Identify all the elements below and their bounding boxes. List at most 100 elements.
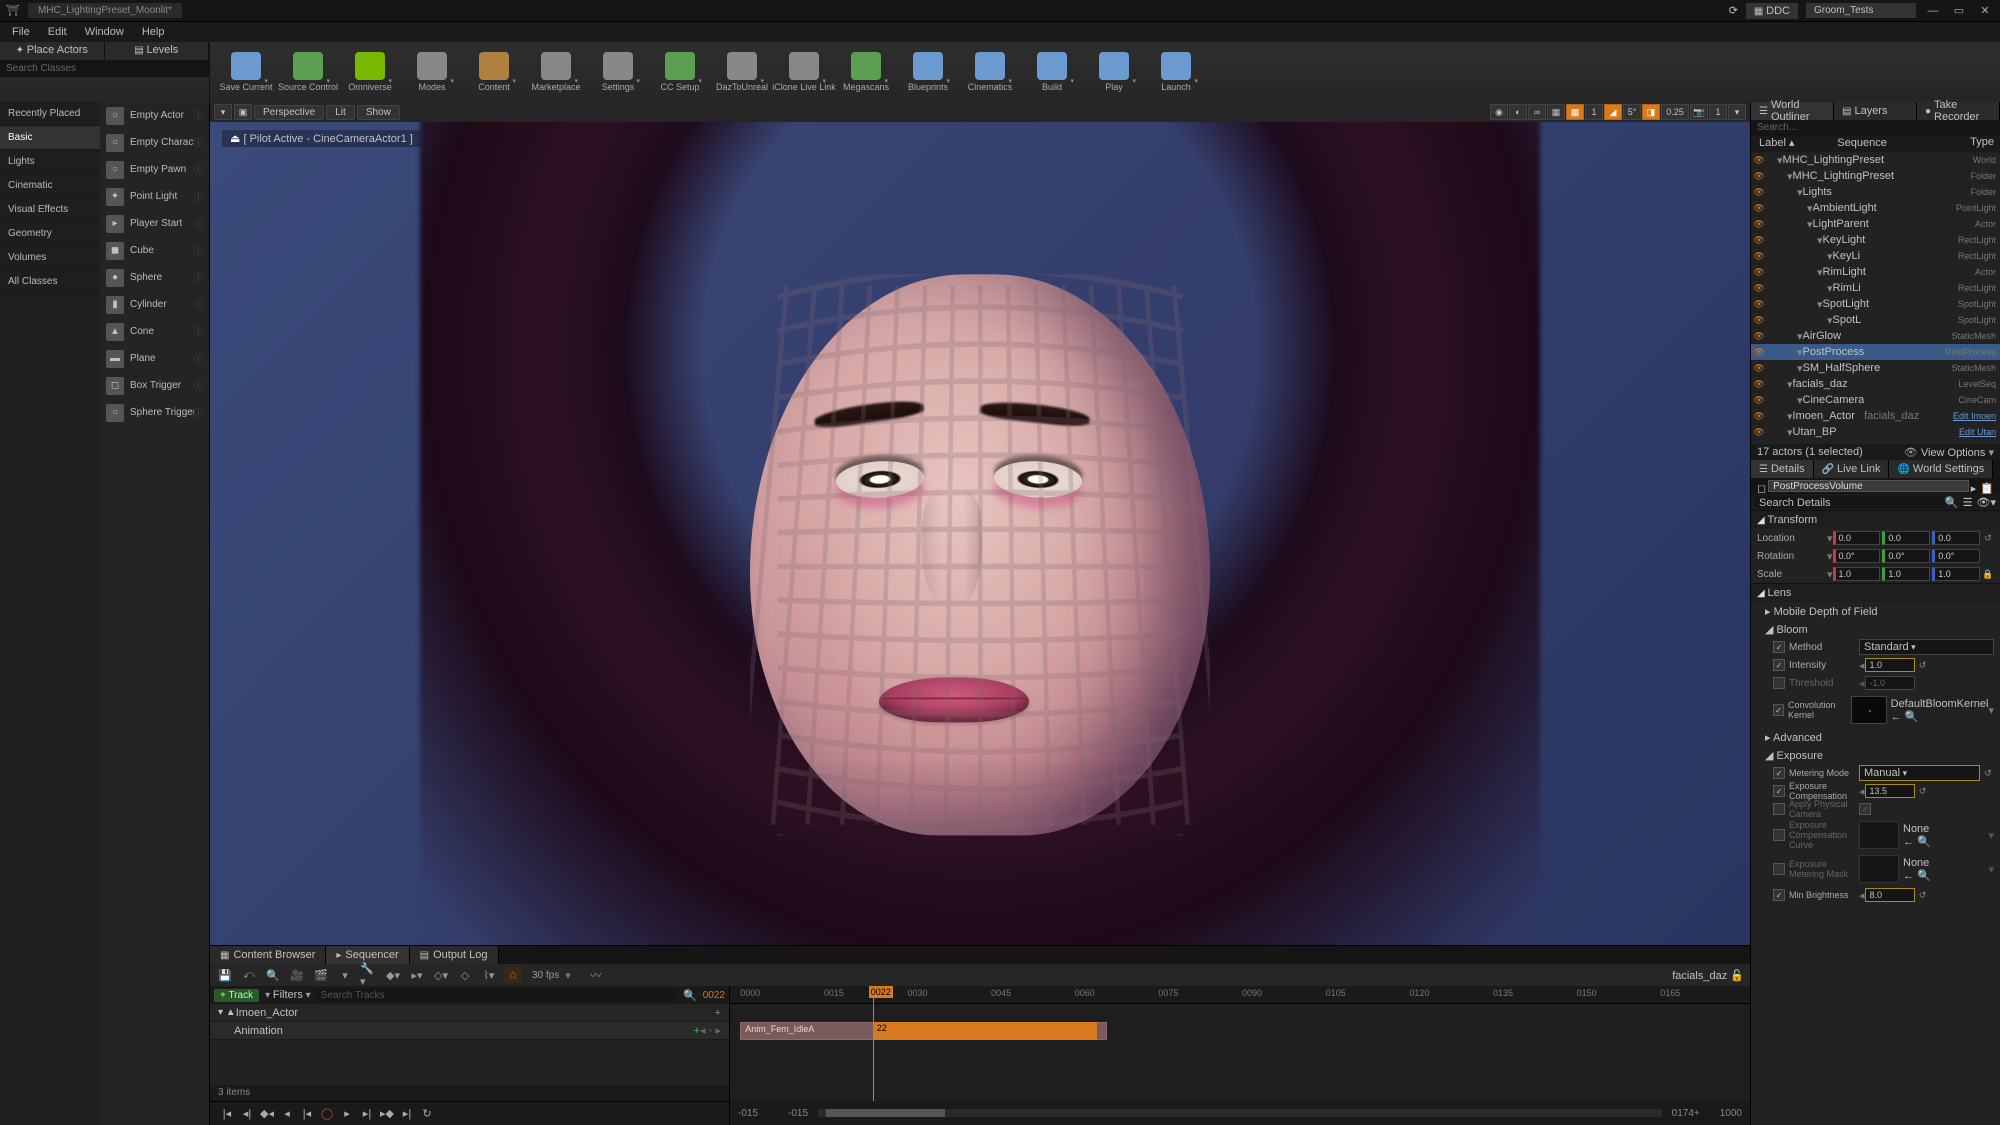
tool-play[interactable]: Play▾: [1086, 45, 1142, 99]
vp-show[interactable]: Show: [357, 105, 400, 120]
cat-geometry[interactable]: Geometry: [0, 222, 100, 246]
section-mobile-dof[interactable]: ▸ Mobile Depth of Field: [1765, 605, 1878, 618]
place-item[interactable]: ●Sphereⓘ: [100, 264, 209, 291]
place-item[interactable]: ◼Cubeⓘ: [100, 237, 209, 264]
seq-camera-icon[interactable]: 🎥: [288, 967, 306, 983]
close-button[interactable]: ✕: [1976, 4, 1994, 17]
outliner-row[interactable]: 👁▾ RimLiRectLight: [1751, 280, 2000, 296]
tab-live-link[interactable]: 🔗 Live Link: [1814, 460, 1890, 478]
vp-snap-translate[interactable]: ▦: [1566, 104, 1584, 120]
cb-apply[interactable]: [1773, 803, 1785, 815]
reset-icon[interactable]: ↺: [1917, 890, 1929, 901]
tool-daztounreal[interactable]: DazToUnreal▾: [714, 45, 770, 99]
section-advanced[interactable]: ▸ Advanced: [1765, 731, 1822, 744]
vp-maximize-icon[interactable]: ▾: [1728, 104, 1746, 120]
add-track-button[interactable]: + Track: [214, 989, 259, 1002]
place-item[interactable]: ✦Point Lightⓘ: [100, 183, 209, 210]
cat-volumes[interactable]: Volumes: [0, 246, 100, 270]
bloom-kernel-thumb[interactable]: [1851, 696, 1887, 724]
vp-menu-icon[interactable]: ▾: [214, 104, 232, 120]
outliner-row[interactable]: 👁▾ AirGlowStaticMesh: [1751, 328, 2000, 344]
outliner-row[interactable]: 👁▾ LightParentActor: [1751, 216, 2000, 232]
loc-x[interactable]: 0.0: [1833, 531, 1881, 545]
vp-snap-step[interactable]: 0.25: [1661, 104, 1689, 120]
seq-dropdown-icon[interactable]: ▾: [336, 967, 354, 983]
view-options-button[interactable]: 👁 View Options ▾: [1904, 446, 1994, 458]
tool-omniverse[interactable]: Omniverse▾: [342, 45, 398, 99]
use-icon[interactable]: ←: [1891, 711, 1902, 723]
seq-render-icon[interactable]: 🎬: [312, 967, 330, 983]
step-back-button[interactable]: ◂|: [238, 1105, 256, 1123]
vp-camera-icon[interactable]: ▣: [234, 104, 252, 120]
anim-clip-end[interactable]: 22: [873, 1022, 1097, 1040]
outliner-row[interactable]: 👁▾ SpotLightSpotLight: [1751, 296, 2000, 312]
outliner-row[interactable]: 👁▾ facials_dazLevelSeq: [1751, 376, 2000, 392]
vp-perspective[interactable]: Perspective: [254, 105, 324, 120]
vp-lit[interactable]: Lit: [326, 105, 355, 120]
seq-fps[interactable]: 30 fps: [532, 970, 559, 981]
cat-recently-placed[interactable]: Recently Placed: [0, 102, 100, 126]
vp-game-icon[interactable]: ◉: [1490, 104, 1508, 120]
goto-start-button[interactable]: |◂: [218, 1105, 236, 1123]
seq-snap2-icon[interactable]: ◇: [456, 967, 474, 983]
seq-save-icon[interactable]: 💾: [216, 967, 234, 983]
tab-levels[interactable]: ▤ Levels: [105, 42, 210, 60]
vp-snap-rotate[interactable]: ◢: [1604, 104, 1622, 120]
outliner-row[interactable]: 👁▾ Imoen_Actor facials_dazEdit Imoen: [1751, 408, 2000, 424]
viewport[interactable]: ⏏ [ Pilot Active - CineCameraActor1 ]: [210, 122, 1750, 945]
filters-button[interactable]: ▾ Filters ▾: [265, 989, 311, 1001]
place-search[interactable]: Search Classes: [0, 60, 209, 77]
reset-icon[interactable]: ↺: [1982, 533, 1994, 544]
vp-snap-scale[interactable]: ◨: [1642, 104, 1660, 120]
reset-icon[interactable]: ↺: [1917, 786, 1929, 797]
outliner-search[interactable]: Search...: [1751, 120, 2000, 136]
ddc-button[interactable]: ▦ DDC: [1746, 3, 1798, 19]
record-button[interactable]: ◯: [318, 1105, 336, 1123]
seq-play-icon[interactable]: ▸▾: [408, 967, 426, 983]
minimize-button[interactable]: —: [1924, 5, 1942, 17]
cb-minbright[interactable]: ✓: [1773, 889, 1785, 901]
place-item[interactable]: ▲Coneⓘ: [100, 318, 209, 345]
reset-icon[interactable]: ↺: [1917, 660, 1929, 671]
bloom-method-dropdown[interactable]: Standard ▾: [1859, 639, 1994, 655]
next-frame-button[interactable]: ▸|: [358, 1105, 376, 1123]
track-row-animation[interactable]: Animation+ ◂ ◦ ▸: [210, 1022, 729, 1040]
tool-iclone-live-link[interactable]: iClone Live Link▾: [776, 45, 832, 99]
outliner-hdr-label[interactable]: Label ▴ Sequence: [1751, 136, 1940, 152]
loop-button[interactable]: ↻: [418, 1105, 436, 1123]
outliner-row[interactable]: 👁▾ MHC_LightingPresetFolder: [1751, 168, 2000, 184]
section-exposure[interactable]: ◢ Exposure: [1765, 749, 1823, 762]
tool-megascans[interactable]: Megascans▾: [838, 45, 894, 99]
place-item[interactable]: ○Empty Pawnⓘ: [100, 156, 209, 183]
details-search[interactable]: Search Details: [1755, 496, 1945, 508]
vp-fps-icon[interactable]: ▦: [1547, 104, 1565, 120]
sequencer-timeline[interactable]: 0000001500300045006000750090010501200135…: [730, 986, 1750, 1125]
outliner-row[interactable]: 👁▾ KeyLightRectLight: [1751, 232, 2000, 248]
reverse-button[interactable]: |◂: [298, 1105, 316, 1123]
place-item[interactable]: ○Sphere Triggerⓘ: [100, 399, 209, 426]
tool-content[interactable]: Content▾: [466, 45, 522, 99]
outliner-row[interactable]: 👁▾ PostProcessPostProcess: [1751, 344, 2000, 360]
menu-file[interactable]: File: [4, 24, 38, 40]
cb-metering[interactable]: ✓: [1773, 767, 1785, 779]
outliner-hdr-type[interactable]: Type: [1940, 136, 2000, 152]
tool-modes[interactable]: Modes▾: [404, 45, 460, 99]
section-transform[interactable]: ◢ Transform: [1751, 511, 2000, 529]
scale-y[interactable]: 1.0: [1882, 567, 1930, 581]
scale-z[interactable]: 1.0: [1932, 567, 1980, 581]
playhead-flag[interactable]: 0022: [869, 986, 893, 998]
tab-content-browser[interactable]: ▦ Content Browser: [210, 946, 326, 964]
outliner-row[interactable]: 👁▾ LightsFolder: [1751, 184, 2000, 200]
tab-layers[interactable]: ▤ Layers: [1834, 102, 1917, 120]
range-r[interactable]: 1000: [1720, 1108, 1742, 1119]
place-item[interactable]: ○Empty Actorⓘ: [100, 102, 209, 129]
play-button[interactable]: ▸: [338, 1105, 356, 1123]
outliner-row[interactable]: 👁▾ SpotLSpotLight: [1751, 312, 2000, 328]
tool-launch[interactable]: Launch▾: [1148, 45, 1204, 99]
vp-stats-icon[interactable]: ∞: [1528, 104, 1546, 120]
cb-expcomp[interactable]: ✓: [1773, 785, 1785, 797]
loc-z[interactable]: 0.0: [1932, 531, 1980, 545]
locate-icon[interactable]: 📋: [1978, 480, 1996, 492]
tool-cinematics[interactable]: Cinematics▾: [962, 45, 1018, 99]
outliner-row[interactable]: 👁▾ SM_HalfSphereStaticMesh: [1751, 360, 2000, 376]
